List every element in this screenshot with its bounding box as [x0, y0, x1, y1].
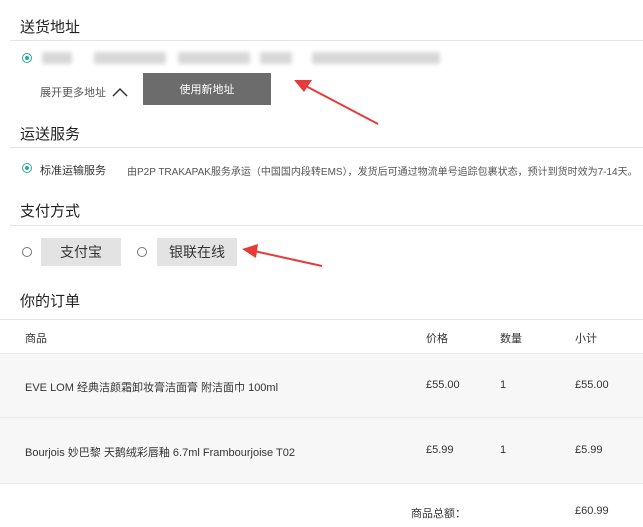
- annotation-arrow-icon: [294, 80, 379, 125]
- address-radio[interactable]: [22, 53, 32, 63]
- header-product: 商品: [25, 333, 47, 345]
- header-subtotal: 小计: [575, 333, 597, 345]
- annotation-arrow-icon: [242, 244, 323, 267]
- row-quantity: 1: [500, 379, 507, 391]
- header-quantity: 数量: [500, 333, 522, 345]
- row-quantity: 1: [500, 444, 507, 456]
- unionpay-radio[interactable]: [137, 247, 147, 257]
- order-total-value: £60.99: [575, 505, 609, 517]
- row-subtotal: £5.99: [575, 444, 603, 456]
- row-product: Bourjois 妙巴黎 天鹅绒彩唇釉 6.7ml Frambourjoise …: [25, 447, 295, 459]
- payment-title: 支付方式: [20, 203, 81, 220]
- row-subtotal: £55.00: [575, 379, 609, 391]
- alipay-radio[interactable]: [22, 247, 32, 257]
- unionpay-option[interactable]: 银联在线: [157, 238, 237, 266]
- alipay-option[interactable]: 支付宝: [41, 238, 121, 266]
- header-price: 价格: [426, 333, 448, 345]
- row-price: £5.99: [426, 444, 454, 456]
- divider: [10, 147, 643, 148]
- row-price: £55.00: [426, 379, 460, 391]
- table-row: EVE LOM 经典洁颜霜卸妆膏洁面膏 附洁面巾 100ml £55.00 1 …: [0, 353, 643, 418]
- delivery-radio[interactable]: [22, 163, 32, 173]
- order-total-label: 商品总额：: [411, 508, 466, 520]
- table-row: Bourjois 妙巴黎 天鹅绒彩唇釉 6.7ml Frambourjoise …: [0, 417, 643, 484]
- divider: [0, 483, 643, 484]
- delivery-option-label: 标准运输服务: [40, 165, 106, 177]
- order-title: 你的订单: [20, 293, 81, 310]
- shipping-address-title: 送货地址: [20, 19, 81, 36]
- row-product: EVE LOM 经典洁颜霜卸妆膏洁面膏 附洁面巾 100ml: [25, 382, 279, 394]
- divider: [10, 225, 643, 226]
- use-new-address-button[interactable]: 使用新地址: [143, 73, 271, 105]
- delivery-title: 运送服务: [20, 126, 81, 143]
- show-more-label: 展开更多地址: [40, 87, 106, 99]
- divider: [10, 40, 643, 41]
- order-table-header: 商品 价格 数量 小计: [0, 319, 643, 354]
- show-more-addresses[interactable]: 展开更多地址: [40, 84, 128, 100]
- delivery-option-description: 由P2P TRAKAPAK服务承运（中国国内段转EMS），发货后可通过物流单号追…: [127, 167, 638, 178]
- chevron-up-icon: [112, 87, 128, 97]
